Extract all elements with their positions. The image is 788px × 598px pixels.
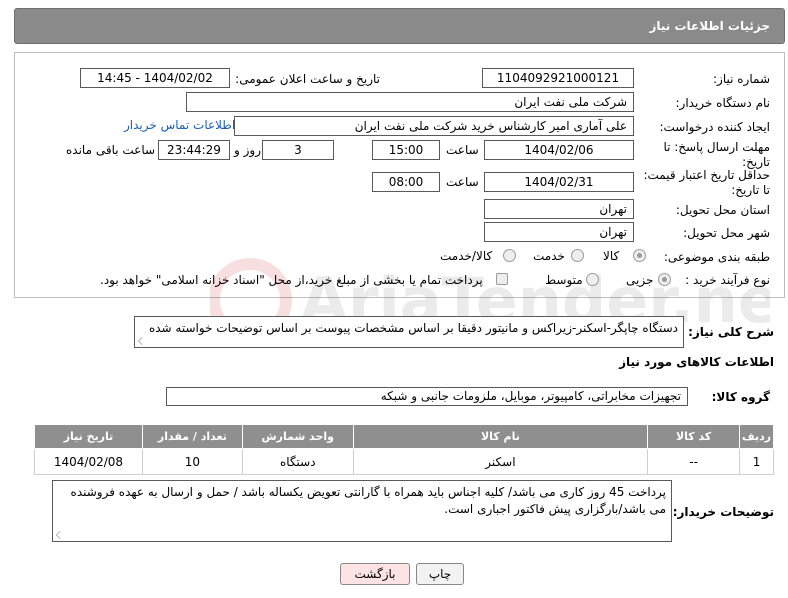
process-label: نوع فرآیند خرید :	[685, 273, 770, 287]
buyer-org-label: نام دستگاه خریدار:	[675, 96, 771, 110]
process-radio-minor[interactable]	[658, 273, 671, 286]
description-label: شرح کلی نیاز:	[688, 325, 774, 339]
process-option-minor: جزیی	[626, 273, 654, 287]
province-label: استان محل تحویل:	[675, 203, 770, 217]
creator-field: علی آماری امیر کارشناس خرید شرکت ملی نفت…	[234, 116, 634, 136]
col-date-header: تاریخ نیاز	[34, 424, 143, 449]
print-button[interactable]: چاپ	[416, 563, 464, 585]
deadline-time-field: 15:00	[372, 140, 440, 160]
treasury-checkbox[interactable]	[496, 273, 508, 285]
category-option-service: خدمت	[533, 249, 565, 263]
deadline-label: مهلت ارسال پاسخ: تا تاریخ:	[663, 140, 770, 169]
announce-label: تاریخ و ساعت اعلان عمومی:	[235, 72, 380, 86]
col-name-header: نام کالا	[352, 424, 649, 449]
cell-name: اسکنر	[352, 448, 649, 475]
need-number-label: شماره نیاز:	[713, 72, 770, 86]
buyer-notes-field: پرداخت 45 روز کاری می باشد/ کلیه اجناس ب…	[52, 480, 672, 542]
category-label: طبقه بندی موضوعی:	[663, 250, 770, 264]
cell-unit: دستگاه	[241, 448, 354, 475]
days-field: 3	[262, 140, 334, 160]
category-radio-service[interactable]	[571, 249, 584, 262]
cell-date: 1404/02/08	[34, 448, 143, 475]
goods-group-field: تجهیزات مخابراتی، کامپیوتر، موبایل، ملزو…	[166, 387, 688, 406]
items-table: ردیف کد کالا نام کالا واحد شمارش تعداد /…	[34, 424, 774, 475]
remaining-label: ساعت باقی مانده	[66, 143, 156, 157]
remaining-time-field: 23:44:29	[158, 140, 230, 160]
days-label: روز و	[234, 143, 261, 157]
validity-date-field: 1404/02/31	[484, 172, 634, 192]
city-field: تهران	[484, 222, 634, 242]
table-row: 1 -- اسکنر دستگاه 10 1404/02/08	[34, 448, 774, 475]
description-text: دستگاه چاپگر-اسکنر-زیراکس و مانیتور دقیق…	[148, 321, 678, 335]
validity-time-field: 08:00	[372, 172, 440, 192]
payment-note: پرداخت تمام یا بخشی از مبلغ خرید،از محل …	[100, 273, 483, 287]
resize-grip-icon[interactable]	[56, 531, 64, 539]
col-qty-header: تعداد / مقدار	[141, 424, 243, 449]
goods-group-label: گروه کالا:	[711, 390, 770, 404]
buyer-notes-text: پرداخت 45 روز کاری می باشد/ کلیه اجناس ب…	[70, 485, 666, 516]
creator-label: ایجاد کننده درخواست:	[659, 120, 770, 134]
cell-qty: 10	[141, 448, 243, 475]
validity-time-label: ساعت	[446, 175, 479, 189]
resize-grip-icon[interactable]	[138, 337, 146, 345]
category-option-goods: کالا	[603, 249, 620, 263]
process-radio-medium[interactable]	[586, 273, 599, 286]
contact-info-link[interactable]: اطلاعات تماس خریدار	[124, 118, 235, 132]
announce-field: 1404/02/02 - 14:45	[80, 68, 230, 88]
col-code-header: کد کالا	[647, 424, 741, 449]
description-field: دستگاه چاپگر-اسکنر-زیراکس و مانیتور دقیق…	[134, 316, 684, 348]
category-radio-goods[interactable]	[633, 249, 646, 262]
need-number-field: 1104092921000121	[482, 68, 634, 88]
buyer-org-field: شرکت ملی نفت ایران	[186, 92, 634, 112]
table-header-row: ردیف کد کالا نام کالا واحد شمارش تعداد /…	[34, 424, 774, 449]
category-option-goods-service: کالا/خدمت	[440, 249, 493, 263]
back-button[interactable]: بازگشت	[340, 563, 410, 585]
deadline-date-field: 1404/02/06	[484, 140, 634, 160]
city-label: شهر محل تحویل:	[683, 226, 770, 240]
province-field: تهران	[484, 199, 634, 219]
panel-title: جزئیات اطلاعات نیاز	[649, 19, 770, 33]
col-unit-header: واحد شمارش	[241, 424, 354, 449]
goods-info-title: اطلاعات کالاهای مورد نیاز	[619, 355, 774, 369]
deadline-time-label: ساعت	[446, 143, 479, 157]
cell-code: --	[647, 448, 741, 475]
category-radio-goods-service[interactable]	[503, 249, 516, 262]
validity-label: حداقل تاریخ اعتبار قیمت: تا تاریخ:	[643, 168, 770, 197]
panel-header: جزئیات اطلاعات نیاز	[14, 8, 785, 44]
buyer-notes-label: توضیحات خریدار:	[672, 505, 774, 519]
cell-row: 1	[739, 448, 774, 475]
process-option-medium: متوسط	[545, 273, 583, 287]
col-row-header: ردیف	[739, 424, 774, 449]
